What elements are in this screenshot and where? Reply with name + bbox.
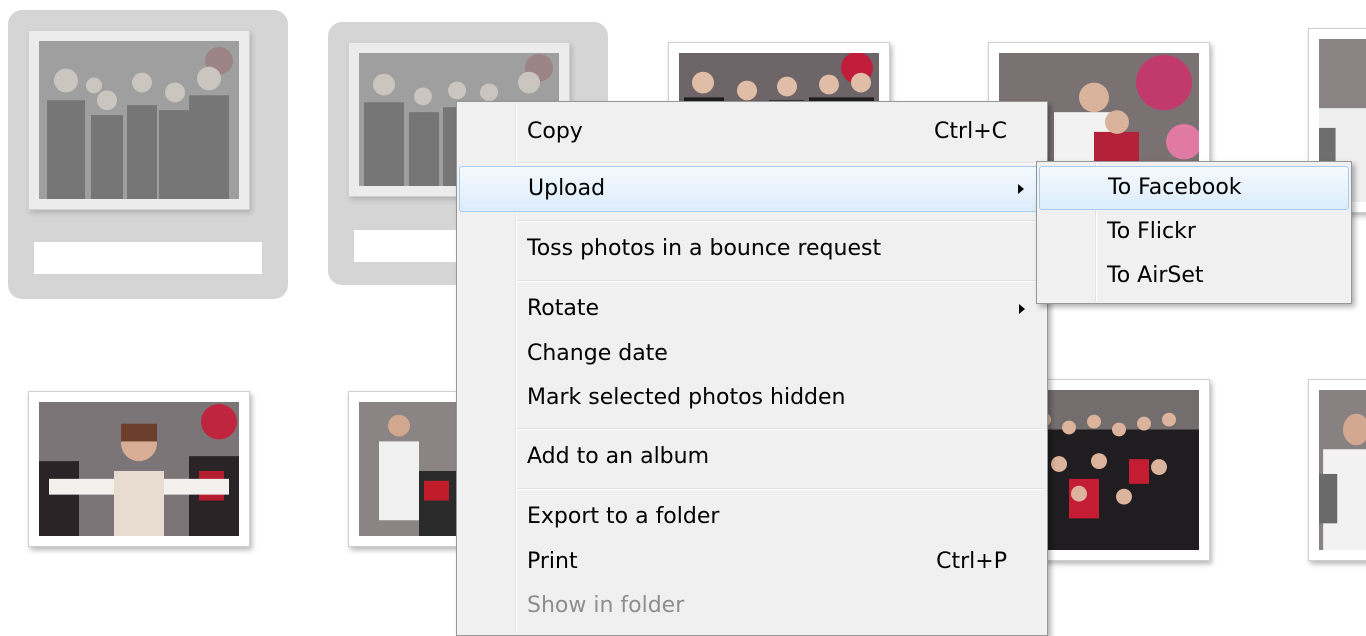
menu-item-label: Rotate xyxy=(527,296,600,321)
menu-separator xyxy=(517,162,1043,164)
photo-group-portrait xyxy=(39,41,239,199)
photo-thumbnail[interactable] xyxy=(1308,379,1366,561)
menu-item-label: To Flickr xyxy=(1107,219,1196,244)
menu-item-upload[interactable]: Upload xyxy=(459,166,1045,212)
thumbnail-caption-field[interactable] xyxy=(34,242,262,274)
menu-item-shortcut: Ctrl+P xyxy=(936,549,1007,574)
menu-item-label: To AirSet xyxy=(1107,263,1204,288)
menu-item-label: Change date xyxy=(527,341,668,366)
menu-item-show-in-folder: Show in folder xyxy=(459,584,1045,628)
menu-item-label: Print xyxy=(527,549,578,574)
photo-thumbnail[interactable] xyxy=(28,30,250,210)
context-menu: Copy Ctrl+C Upload Toss photos in a boun… xyxy=(456,101,1048,636)
menu-item-export-folder[interactable]: Export to a folder xyxy=(459,494,1045,540)
menu-item-label: Add to an album xyxy=(527,444,710,469)
submenu-item-to-airset[interactable]: To AirSet xyxy=(1039,254,1349,298)
menu-item-label: Toss photos in a bounce request xyxy=(527,236,882,261)
menu-separator xyxy=(517,280,1043,282)
photo-person-tattoo xyxy=(1319,390,1366,550)
submenu-arrow-icon xyxy=(1018,184,1024,194)
menu-separator xyxy=(517,220,1043,222)
menu-item-label: To Facebook xyxy=(1108,175,1242,200)
menu-separator xyxy=(517,488,1043,490)
menu-item-label: Show in folder xyxy=(527,593,685,618)
menu-item-print[interactable]: Print Ctrl+P xyxy=(459,540,1045,584)
menu-item-shortcut: Ctrl+C xyxy=(934,119,1007,144)
submenu-item-to-flickr[interactable]: To Flickr xyxy=(1039,210,1349,254)
menu-item-mark-hidden[interactable]: Mark selected photos hidden xyxy=(459,376,1045,420)
photo-thumbnail[interactable] xyxy=(28,391,250,547)
menu-item-label: Upload xyxy=(528,176,606,201)
menu-item-change-date[interactable]: Change date xyxy=(459,332,1045,376)
upload-submenu: To Facebook To Flickr To AirSet xyxy=(1036,161,1352,304)
submenu-item-to-facebook[interactable]: To Facebook xyxy=(1039,166,1349,210)
menu-item-add-to-album[interactable]: Add to an album xyxy=(459,434,1045,480)
menu-item-copy[interactable]: Copy Ctrl+C xyxy=(459,106,1045,158)
photo-woman-arms-out xyxy=(39,402,239,536)
menu-item-label: Export to a folder xyxy=(527,504,720,529)
submenu-arrow-icon xyxy=(1019,304,1025,314)
menu-separator xyxy=(517,428,1043,430)
menu-item-label: Mark selected photos hidden xyxy=(527,385,846,410)
menu-item-label: Copy xyxy=(527,119,583,144)
menu-item-toss-bounce-request[interactable]: Toss photos in a bounce request xyxy=(459,226,1045,272)
menu-item-rotate[interactable]: Rotate xyxy=(459,286,1045,332)
